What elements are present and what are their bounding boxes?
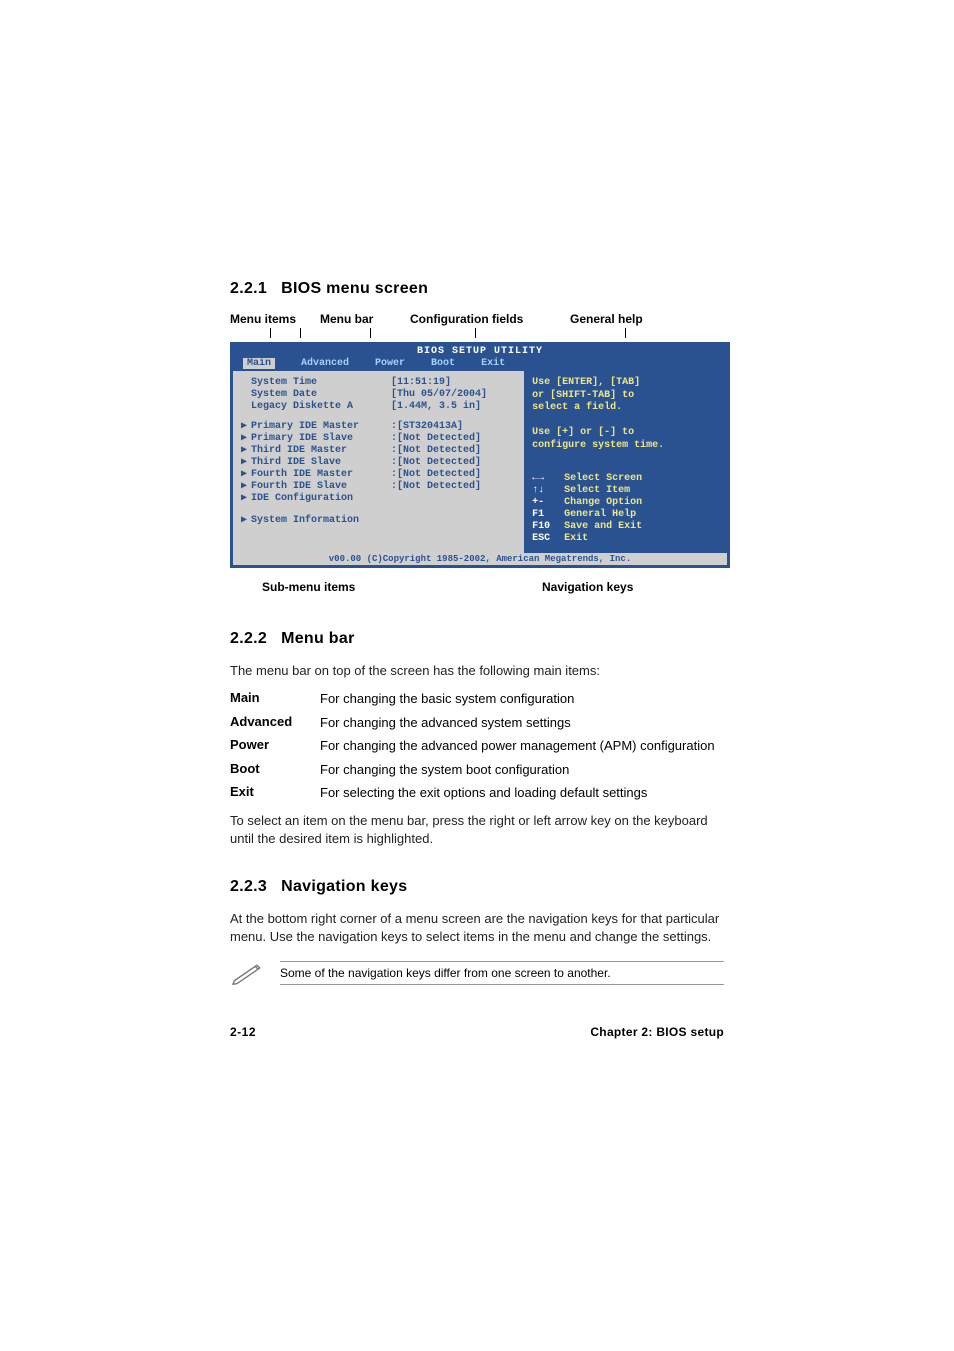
bios-title: BIOS SETUP UTILITY bbox=[233, 345, 727, 358]
chapter-title: Chapter 2: BIOS setup bbox=[590, 1025, 724, 1039]
note-block: Some of the navigation keys differ from … bbox=[230, 961, 724, 985]
diagram-top-ticks bbox=[230, 328, 724, 342]
section-2-2-1-heading: 2.2.1 BIOS menu screen bbox=[230, 280, 724, 298]
bios-submenu-item: ▶IDE Configuration bbox=[233, 493, 524, 505]
triangle-icon: ▶ bbox=[241, 469, 251, 481]
triangle-icon: ▶ bbox=[241, 421, 251, 433]
bios-submenu-item: ▶System Information bbox=[233, 515, 524, 527]
section-number: 2.2.1 bbox=[230, 280, 267, 297]
section-title: Menu bar bbox=[281, 630, 355, 647]
bios-help-text: Use [ENTER], [TAB] or [SHIFT-TAB] to sel… bbox=[532, 377, 721, 452]
triangle-icon: ▶ bbox=[241, 433, 251, 445]
bios-tab-exit: Exit bbox=[481, 358, 505, 369]
table-row: PowerFor changing the advanced power man… bbox=[230, 737, 724, 755]
navkeys-body: At the bottom right corner of a menu scr… bbox=[230, 910, 724, 946]
table-row: AdvancedFor changing the advanced system… bbox=[230, 714, 724, 732]
bios-right-pane: Use [ENTER], [TAB] or [SHIFT-TAB] to sel… bbox=[526, 371, 727, 553]
label-configuration-fields: Configuration fields bbox=[410, 312, 570, 326]
bios-screenshot: BIOS SETUP UTILITY Main Advanced Power B… bbox=[230, 342, 730, 568]
label-general-help: General help bbox=[570, 312, 690, 326]
section-title: BIOS menu screen bbox=[281, 280, 428, 297]
section-2-2-2-heading: 2.2.2 Menu bar bbox=[230, 630, 724, 648]
bios-tab-power: Power bbox=[375, 358, 405, 369]
bios-item: Legacy Diskette A[1.44M, 3.5 in] bbox=[233, 401, 524, 413]
section-number: 2.2.3 bbox=[230, 878, 267, 895]
diagram-top-labels: Menu items Menu bar Configuration fields… bbox=[230, 312, 724, 326]
triangle-icon: ▶ bbox=[241, 493, 251, 505]
section-2-2-3-heading: 2.2.3 Navigation keys bbox=[230, 878, 724, 896]
bios-submenu-item: ▶Fourth IDE Slave:[Not Detected] bbox=[233, 481, 524, 493]
section-number: 2.2.2 bbox=[230, 630, 267, 647]
triangle-icon: ▶ bbox=[241, 515, 251, 527]
bios-item: System Date[Thu 05/07/2004] bbox=[233, 389, 524, 401]
label-menu-items: Menu items bbox=[230, 312, 320, 326]
menubar-intro: The menu bar on top of the screen has th… bbox=[230, 662, 724, 680]
table-row: ExitFor selecting the exit options and l… bbox=[230, 784, 724, 802]
bios-left-pane: System Time[11:51:19] System Date[Thu 05… bbox=[233, 371, 526, 553]
bios-submenu-item: ▶Primary IDE Master:[ST320413A] bbox=[233, 421, 524, 433]
pencil-note-icon bbox=[230, 961, 264, 985]
triangle-icon: ▶ bbox=[241, 457, 251, 469]
label-menu-bar: Menu bar bbox=[320, 312, 410, 326]
menubar-outro: To select an item on the menu bar, press… bbox=[230, 812, 724, 848]
bios-copyright: v00.00 (C)Copyright 1985-2002, American … bbox=[233, 553, 727, 565]
bios-submenu-item: ▶Fourth IDE Master:[Not Detected] bbox=[233, 469, 524, 481]
label-submenu-items: Sub-menu items bbox=[262, 580, 542, 594]
bios-tab-main: Main bbox=[243, 358, 275, 369]
label-navigation-keys: Navigation keys bbox=[542, 580, 662, 594]
triangle-icon: ▶ bbox=[241, 481, 251, 493]
table-row: BootFor changing the system boot configu… bbox=[230, 761, 724, 779]
diagram-bottom-labels: Sub-menu items Navigation keys bbox=[230, 580, 724, 594]
triangle-icon: ▶ bbox=[241, 445, 251, 457]
page-footer: 2-12 Chapter 2: BIOS setup bbox=[230, 1025, 724, 1039]
page-number: 2-12 bbox=[230, 1025, 256, 1039]
table-row: MainFor changing the basic system config… bbox=[230, 690, 724, 708]
bios-submenu-item: ▶Third IDE Slave:[Not Detected] bbox=[233, 457, 524, 469]
bios-submenu-item: ▶Primary IDE Slave:[Not Detected] bbox=[233, 433, 524, 445]
bios-nav-keys: ←→Select Screen ↑↓Select Item +-Change O… bbox=[532, 473, 721, 545]
bios-item: System Time[11:51:19] bbox=[233, 377, 524, 389]
bios-submenu-item: ▶Third IDE Master:[Not Detected] bbox=[233, 445, 524, 457]
section-title: Navigation keys bbox=[281, 878, 407, 895]
bios-tab-advanced: Advanced bbox=[301, 358, 349, 369]
menubar-table: MainFor changing the basic system config… bbox=[230, 690, 724, 802]
note-text: Some of the navigation keys differ from … bbox=[280, 962, 724, 984]
bios-menu-bar: Main Advanced Power Boot Exit bbox=[233, 358, 727, 371]
bios-tab-boot: Boot bbox=[431, 358, 455, 369]
